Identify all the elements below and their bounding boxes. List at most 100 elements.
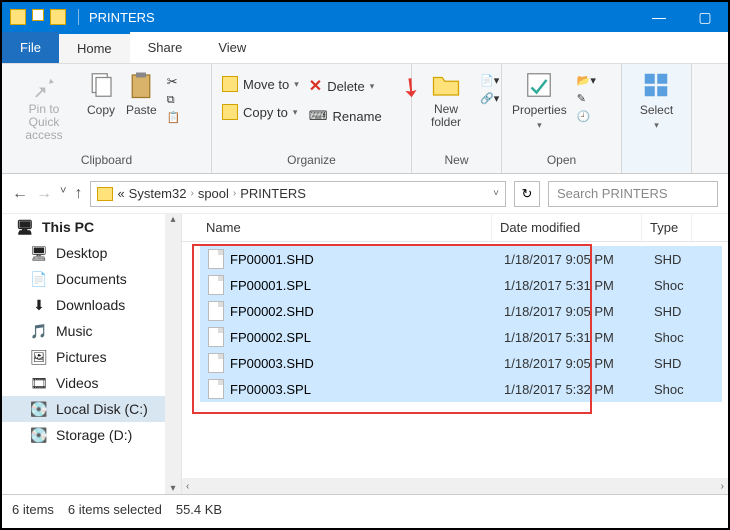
col-date[interactable]: Date modified <box>492 214 642 241</box>
col-name[interactable]: Name <box>182 214 492 241</box>
sidebar-item[interactable]: 🖥Desktop <box>2 240 181 266</box>
folder-icon <box>97 187 113 201</box>
file-icon <box>208 249 224 269</box>
crumb-0[interactable]: System32 <box>129 186 187 201</box>
sidebar-item[interactable]: 📄Documents <box>2 266 181 292</box>
search-input[interactable]: Search PRINTERS <box>548 181 718 207</box>
chevron-down-icon: ▾ <box>293 107 298 118</box>
horizontal-scrollbar[interactable]: ‹› <box>182 478 728 494</box>
rename-button[interactable]: ⌨ Rename <box>309 108 382 124</box>
sidebar-item-label: Documents <box>56 271 127 287</box>
sidebar-top-label: This PC <box>42 219 94 235</box>
new-folder-label: New folder <box>422 103 470 129</box>
file-row[interactable]: FP00003.SHD1/18/2017 9:05 PMSHD <box>200 350 722 376</box>
file-pane: Name Date modified Type FP00001.SHD 1/18/… <box>182 214 728 494</box>
history-icon[interactable]: 🕘 <box>577 110 596 123</box>
crumb-1[interactable]: spool <box>198 186 229 201</box>
file-name: FP00003.SPL <box>230 382 311 397</box>
moveto-label: Move to <box>243 77 289 92</box>
forward-button[interactable]: → <box>36 185 52 203</box>
file-row[interactable]: FP00002.SPL1/18/2017 5:31 PMShoc <box>200 324 722 350</box>
sidebar-item-icon: ⬇ <box>30 296 48 314</box>
properties-button[interactable]: Properties ▾ <box>512 70 567 131</box>
cut-icon[interactable]: ✂ <box>167 74 181 90</box>
copy-label: Copy <box>87 103 115 117</box>
crumb-2[interactable]: PRINTERS <box>240 186 306 201</box>
file-name: FP00003.SHD <box>230 356 314 371</box>
select-label: Select <box>640 103 673 117</box>
tab-home[interactable]: Home <box>59 32 130 63</box>
copy-path-icon[interactable]: ⧉ <box>167 94 181 107</box>
file-type: SHD <box>654 304 704 319</box>
file-name: FP00001.SHD <box>230 252 314 267</box>
file-row[interactable]: FP00001.SPL1/18/2017 5:31 PMShoc <box>200 272 722 298</box>
file-date: 1/18/2017 5:31 PM <box>504 278 654 293</box>
new-folder-button[interactable]: New folder <box>422 70 470 129</box>
chevron-down-icon[interactable]: ˅ <box>493 188 499 199</box>
refresh-button[interactable]: ↻ <box>514 181 540 207</box>
copyto-label: Copy to <box>243 105 288 120</box>
tab-share[interactable]: Share <box>130 32 201 63</box>
chevron-down-icon: ▾ <box>537 120 542 131</box>
sidebar-item[interactable]: 🖼Pictures <box>2 344 181 370</box>
chevron-right-icon: › <box>233 188 236 199</box>
properties-icon <box>524 70 554 100</box>
sidebar-item-label: Music <box>56 323 93 339</box>
pin-icon <box>29 70 59 100</box>
file-icon <box>208 275 224 295</box>
sidebar-item[interactable]: 🎞Videos <box>2 370 181 396</box>
maximize-button[interactable]: ▢ <box>682 2 728 32</box>
pin-to-quick-access-button[interactable]: Pin to Quick access <box>12 70 76 143</box>
recent-button[interactable]: ˅ <box>60 185 66 203</box>
breadcrumb[interactable]: « System32 › spool › PRINTERS ˅ <box>90 181 506 207</box>
folder-icon <box>10 9 26 25</box>
chevron-down-icon: ▾ <box>294 79 299 90</box>
up-button[interactable]: ↑ <box>74 185 82 203</box>
column-headers[interactable]: Name Date modified Type <box>182 214 728 242</box>
window-title: PRINTERS <box>85 10 636 25</box>
group-clipboard-label: Clipboard <box>12 151 201 167</box>
new-item-icon[interactable]: 📄▾ <box>480 74 499 87</box>
crumb-pre: « <box>117 186 124 201</box>
select-icon <box>641 70 671 100</box>
paste-icon <box>126 70 156 100</box>
paste-button[interactable]: Paste <box>126 70 157 117</box>
group-new-label: New <box>422 151 491 167</box>
sidebar-item[interactable]: ⬇Downloads <box>2 292 181 318</box>
sidebar-item[interactable]: 🎵Music <box>2 318 181 344</box>
col-type[interactable]: Type <box>642 214 692 241</box>
sidebar-item-icon: 🖼 <box>30 348 48 366</box>
minimize-button[interactable]: — <box>636 2 682 32</box>
copy-icon <box>86 70 116 100</box>
file-date: 1/18/2017 5:32 PM <box>504 382 654 397</box>
edit-icon[interactable]: ✎ <box>577 92 596 105</box>
delete-button[interactable]: ✕ Delete ▾ <box>309 76 382 96</box>
file-name: FP00002.SHD <box>230 304 314 319</box>
rename-label: Rename <box>333 109 382 124</box>
move-to-button[interactable]: Move to ▾ <box>222 76 299 92</box>
copy-button[interactable]: Copy <box>86 70 116 117</box>
file-menu[interactable]: File <box>2 32 59 63</box>
sidebar-item[interactable]: 💽Local Disk (C:) <box>2 396 181 422</box>
moveto-icon <box>222 76 238 92</box>
back-button[interactable]: ← <box>12 185 28 203</box>
sidebar-this-pc[interactable]: 🖥 This PC <box>2 214 181 240</box>
group-open-label: Open <box>512 151 611 167</box>
file-date: 1/18/2017 5:31 PM <box>504 330 654 345</box>
status-bar: 6 items 6 items selected 55.4 KB <box>2 494 728 524</box>
file-row[interactable]: FP00002.SHD1/18/2017 9:05 PMSHD <box>200 298 722 324</box>
file-list[interactable]: FP00001.SHD 1/18/2017 9:05 PM SHD FP00001.S… <box>182 242 728 402</box>
copy-to-button[interactable]: Copy to ▾ <box>222 104 299 120</box>
open-icon[interactable]: 📂▾ <box>577 74 596 87</box>
tab-view[interactable]: View <box>200 32 264 63</box>
paste-shortcut-icon[interactable]: 📋 <box>167 111 181 124</box>
sidebar-scrollbar[interactable] <box>165 214 181 494</box>
file-row[interactable]: FP00001.SHD1/18/2017 9:05 PMSHD <box>200 246 722 272</box>
select-button[interactable]: Select ▾ <box>640 70 673 131</box>
easy-access-icon[interactable]: 🔗▾ <box>480 92 499 105</box>
status-size: 55.4 KB <box>176 502 222 517</box>
file-row[interactable]: FP00003.SPL1/18/2017 5:32 PMShoc <box>200 376 722 402</box>
file-date: 1/18/2017 9:05 PM <box>504 252 654 267</box>
sidebar-item[interactable]: 💽Storage (D:) <box>2 422 181 448</box>
search-placeholder: Search PRINTERS <box>557 186 668 201</box>
